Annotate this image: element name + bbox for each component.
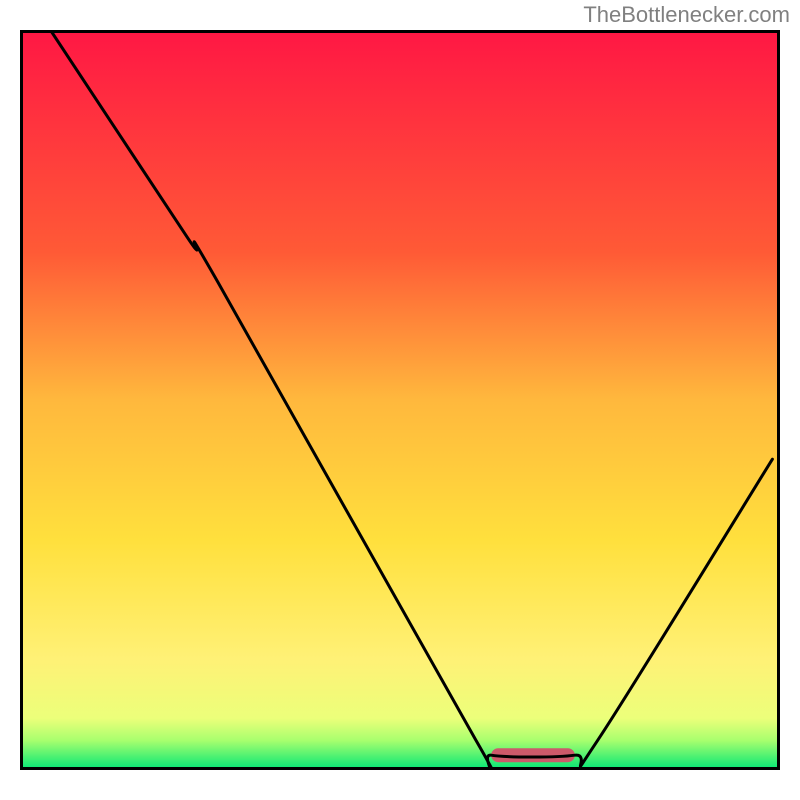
chart-container: TheBottlenecker.com — [0, 0, 800, 800]
gradient-background — [20, 30, 780, 770]
watermark-text: TheBottlenecker.com — [583, 2, 790, 28]
chart-area — [20, 30, 780, 770]
chart-svg — [20, 30, 780, 770]
